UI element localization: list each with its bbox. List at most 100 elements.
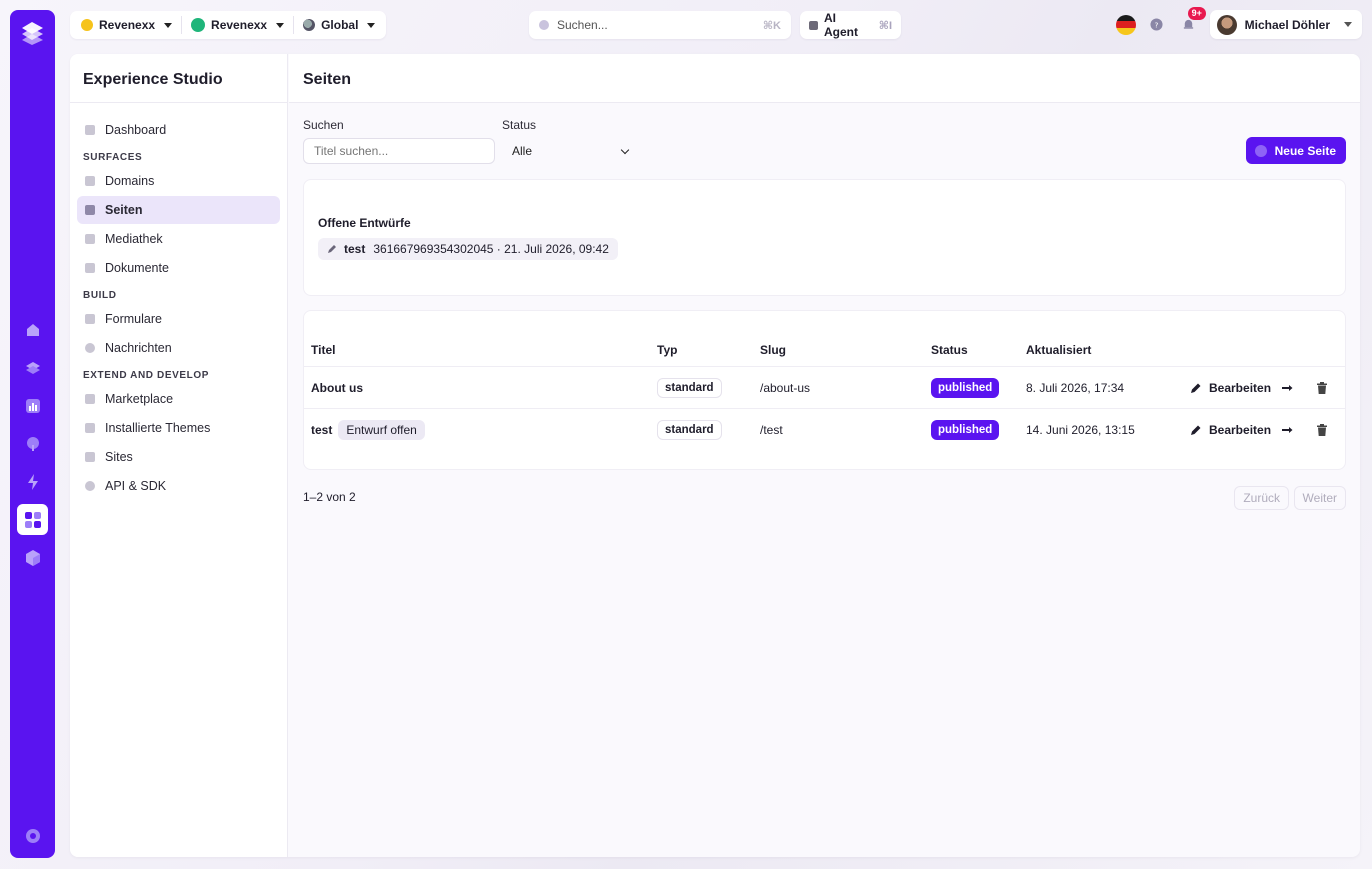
top-bar: Revenexx Revenexx Global Suchen... ⌘K AI… bbox=[70, 6, 1362, 39]
draft-meta: 361667969354302045 · 21. Juli 2026, 09:4… bbox=[373, 242, 609, 256]
sidebar-item-domains[interactable]: Domains bbox=[77, 167, 280, 195]
title-search-input[interactable] bbox=[303, 138, 495, 164]
main-panel: Experience Studio Dashboard SURFACES Dom… bbox=[70, 54, 1360, 857]
table-row[interactable]: About us standard /about-us published 8.… bbox=[304, 367, 1345, 409]
status-select[interactable]: Alle bbox=[502, 138, 638, 164]
messages-icon bbox=[85, 343, 95, 353]
open-arrow-icon[interactable] bbox=[1282, 383, 1293, 393]
top-right-actions: ? 9+ Michael Döhler bbox=[1115, 6, 1362, 39]
workspace-selector[interactable]: Revenexx bbox=[186, 14, 289, 36]
sidebar-item-formulare[interactable]: Formulare bbox=[77, 305, 280, 333]
sidebar-title: Experience Studio bbox=[70, 54, 287, 103]
next-page-button[interactable]: Weiter bbox=[1293, 486, 1346, 510]
svg-text:?: ? bbox=[1155, 20, 1159, 29]
notification-bell-icon[interactable]: 9+ bbox=[1178, 6, 1206, 36]
column-header-titel[interactable]: Titel bbox=[311, 333, 335, 366]
sidebar-item-label: Formulare bbox=[105, 312, 162, 326]
row-slug: /test bbox=[760, 423, 783, 437]
ai-agent-button[interactable]: AI Agent ⌘I bbox=[800, 11, 901, 39]
location-icon[interactable] bbox=[17, 428, 48, 459]
drafts-title: Offene Entwürfe bbox=[318, 216, 411, 230]
sidebar-item-nachrichten[interactable]: Nachrichten bbox=[77, 334, 280, 362]
analytics-icon[interactable] bbox=[17, 390, 48, 421]
pagination-summary: 1–2 von 2 bbox=[303, 490, 356, 504]
home-icon[interactable] bbox=[17, 314, 48, 345]
app-rail bbox=[10, 10, 55, 858]
ai-agent-label: AI Agent bbox=[823, 11, 858, 39]
row-updated: 14. Juni 2026, 13:15 bbox=[1026, 423, 1135, 437]
sidebar-item-marketplace[interactable]: Marketplace bbox=[77, 385, 280, 413]
sidebar-item-label: Domains bbox=[105, 174, 155, 188]
api-icon bbox=[85, 481, 95, 491]
row-title: About us bbox=[311, 380, 363, 395]
new-page-button[interactable]: Neue Seite bbox=[1245, 137, 1346, 164]
settings-gear-icon[interactable] bbox=[17, 820, 48, 851]
divider bbox=[181, 16, 183, 34]
chevron-down-icon bbox=[367, 22, 376, 28]
column-header-typ[interactable]: Typ bbox=[657, 333, 677, 366]
region-selector[interactable]: Global bbox=[298, 14, 380, 36]
sidebar-item-label: Installierte Themes bbox=[105, 421, 211, 435]
table-row[interactable]: test Entwurf offen standard /test publis… bbox=[304, 409, 1345, 451]
cube-icon[interactable] bbox=[17, 542, 48, 573]
sidebar-item-seiten[interactable]: Seiten bbox=[77, 196, 280, 224]
org-selector[interactable]: Revenexx bbox=[76, 14, 177, 36]
open-arrow-icon[interactable] bbox=[1282, 425, 1293, 435]
edit-button[interactable]: Bearbeiten bbox=[1190, 381, 1271, 395]
divider bbox=[293, 16, 295, 34]
row-slug: /about-us bbox=[760, 380, 811, 395]
sidebar-item-dokumente[interactable]: Dokumente bbox=[77, 254, 280, 282]
media-icon bbox=[85, 234, 95, 244]
draft-item[interactable]: test 361667969354302045 · 21. Juli 2026,… bbox=[318, 238, 618, 260]
pencil-icon bbox=[1191, 425, 1201, 435]
global-search-input[interactable]: Suchen... ⌘K bbox=[529, 11, 791, 39]
delete-trash-icon[interactable] bbox=[1317, 424, 1327, 436]
lightning-icon[interactable] bbox=[17, 466, 48, 497]
sidebar-item-label: API & SDK bbox=[105, 479, 167, 493]
context-selectors: Revenexx Revenexx Global bbox=[70, 11, 387, 39]
sidebar-item-label: Dokumente bbox=[105, 261, 169, 275]
column-header-slug[interactable]: Slug bbox=[760, 333, 786, 366]
edit-button[interactable]: Bearbeiten bbox=[1190, 423, 1271, 437]
pagination: 1–2 von 2 Zurück Weiter bbox=[303, 486, 1346, 510]
sidebar-item-api-sdk[interactable]: API & SDK bbox=[77, 472, 280, 500]
chevron-down-icon bbox=[164, 22, 173, 28]
previous-page-button[interactable]: Zurück bbox=[1234, 486, 1289, 510]
sidebar-item-label: Mediathek bbox=[105, 232, 163, 246]
sidebar-item-label: Seiten bbox=[105, 203, 143, 217]
sidebar-item-label: Nachrichten bbox=[105, 341, 172, 355]
content-area: Seiten Suchen Status Alle Neue Seite Off… bbox=[289, 54, 1360, 857]
sidebar-item-sites[interactable]: Sites bbox=[77, 443, 280, 471]
org-selector-label: Revenexx bbox=[99, 18, 156, 32]
edit-label: Bearbeiten bbox=[1209, 380, 1272, 395]
delete-trash-icon[interactable] bbox=[1317, 381, 1327, 394]
type-chip: standard bbox=[657, 377, 722, 398]
help-icon[interactable]: ? bbox=[1146, 14, 1168, 36]
app-logo-icon[interactable] bbox=[19, 19, 46, 46]
sidebar-section-heading: EXTEND AND DEVELOP bbox=[83, 370, 210, 381]
sidebar-item-installierte-themes[interactable]: Installierte Themes bbox=[77, 414, 280, 442]
language-flag-icon[interactable] bbox=[1115, 14, 1136, 35]
layers-icon[interactable] bbox=[17, 352, 48, 383]
column-header-status[interactable]: Status bbox=[931, 333, 968, 366]
status-badge: published bbox=[931, 420, 1000, 440]
column-header-aktualisiert[interactable]: Aktualisiert bbox=[1026, 333, 1091, 366]
avatar bbox=[1216, 14, 1237, 35]
chevron-down-icon bbox=[1344, 22, 1352, 27]
user-name: Michael Döhler bbox=[1244, 17, 1330, 32]
user-menu[interactable]: Michael Döhler bbox=[1209, 10, 1362, 39]
row-updated: 8. Juli 2026, 17:34 bbox=[1026, 380, 1125, 395]
page-title: Seiten bbox=[289, 54, 1360, 103]
edit-label: Bearbeiten bbox=[1209, 423, 1272, 437]
marketplace-icon bbox=[85, 394, 95, 404]
table-header: Titel Typ Slug Status Aktualisiert bbox=[304, 333, 1345, 367]
pages-icon bbox=[85, 205, 95, 215]
plus-icon bbox=[1254, 144, 1267, 157]
sidebar-item-mediathek[interactable]: Mediathek bbox=[77, 225, 280, 253]
pencil-icon bbox=[328, 245, 336, 253]
chevron-down-icon bbox=[276, 22, 285, 28]
documents-icon bbox=[85, 263, 95, 273]
experience-studio-icon[interactable] bbox=[17, 504, 48, 535]
sidebar-section-heading: SURFACES bbox=[83, 152, 143, 163]
sidebar-item-dashboard[interactable]: Dashboard bbox=[77, 116, 280, 144]
